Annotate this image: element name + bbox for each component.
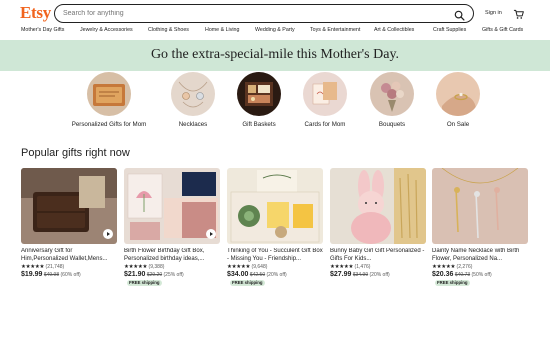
original-price: $29.20 [146, 272, 163, 278]
product-rating: ★★★★★ (9,648) [227, 264, 267, 270]
discount-label: (20% off) [369, 272, 390, 278]
product-image[interactable] [432, 168, 528, 244]
nav-item-mothers-day[interactable]: Mother's Day Gifts [21, 27, 64, 33]
discount-label: (60% off) [60, 272, 81, 278]
product-price: $19.99 [21, 271, 43, 278]
product-title[interactable]: Anniversary Gift for Him,Personalized Wa… [21, 248, 117, 263]
product-price: $20.36 [432, 271, 454, 278]
sign-in-link[interactable]: Sign in [485, 10, 502, 16]
rating-count: (21,748) [45, 264, 65, 270]
rating-count: (2,276) [456, 264, 473, 270]
nav-item-wedding[interactable]: Wedding & Party [255, 27, 295, 33]
bouquet-photo-icon[interactable] [370, 72, 414, 116]
product-price: $34.00 [227, 271, 249, 278]
star-rating-icon: ★★★★★ [227, 264, 251, 270]
card-photo-icon[interactable] [303, 72, 347, 116]
promo-banner: Go the extra-special-mile this Mother's … [0, 40, 550, 71]
search-icon[interactable] [454, 8, 465, 21]
nav-item-art[interactable]: Art & Collectibles [374, 27, 414, 33]
nav-item-craft[interactable]: Craft Supplies [433, 27, 466, 33]
cart-icon[interactable] [513, 7, 524, 19]
nav-item-jewelry[interactable]: Jewelry & Accessories [80, 27, 133, 33]
product-price: $27.99 [330, 271, 352, 278]
search-input[interactable] [63, 7, 443, 20]
discount-label: (50% off) [471, 272, 492, 278]
product-title[interactable]: Dainty Name Necklace with Birth Flower, … [432, 248, 528, 263]
product-image[interactable] [330, 168, 426, 244]
original-price: $34.99 [352, 272, 369, 278]
original-price: $42.50 [249, 272, 266, 278]
product-card[interactable]: Bunny Baby Girl Gift Personalized - Gift… [330, 168, 426, 288]
section-title: Popular gifts right now [21, 147, 130, 159]
necklace-photo-icon[interactable] [171, 72, 215, 116]
product-rating: ★★★★★ (2,276) [432, 264, 472, 270]
original-price: $40.73 [454, 272, 471, 278]
product-card[interactable]: Dainty Name Necklace with Birth Flower, … [432, 168, 528, 288]
wallet-photo-icon[interactable] [87, 72, 131, 116]
product-image[interactable] [21, 168, 117, 244]
product-title[interactable]: Birth Flower Birthday Gift Box, Personal… [124, 248, 220, 263]
search-bar[interactable] [54, 4, 474, 23]
ring-photo-icon[interactable] [436, 72, 480, 116]
product-price-row: $34.00 $42.50 (20% off) [227, 271, 287, 278]
category-nav: Mother's Day Gifts Jewelry & Accessories… [0, 27, 550, 39]
star-rating-icon: ★★★★★ [432, 264, 456, 270]
free-shipping-badge: FREE shipping [435, 280, 470, 286]
star-rating-icon: ★★★★★ [124, 264, 148, 270]
discount-label: (20% off) [266, 272, 287, 278]
product-card[interactable]: Anniversary Gift for Him,Personalized Wa… [21, 168, 117, 288]
video-play-icon[interactable] [206, 229, 216, 239]
star-rating-icon: ★★★★★ [21, 264, 45, 270]
nav-item-home[interactable]: Home & Living [205, 27, 239, 33]
nav-item-toys[interactable]: Toys & Entertainment [310, 27, 360, 33]
rating-count: (9,388) [148, 264, 165, 270]
product-image[interactable] [227, 168, 323, 244]
product-price-row: $27.99 $34.99 (20% off) [330, 271, 390, 278]
etsy-logo[interactable]: Etsy [20, 3, 51, 23]
banner-title: Go the extra-special-mile this Mother's … [150, 47, 400, 62]
product-title[interactable]: Thinking of You - Succulent Gift Box - M… [227, 248, 323, 263]
nav-item-clothing[interactable]: Clothing & Shoes [148, 27, 189, 33]
header: Etsy Sign in [0, 0, 550, 26]
product-rating: ★★★★★ (1,476) [330, 264, 370, 270]
star-rating-icon: ★★★★★ [330, 264, 354, 270]
product-price-row: $20.36 $40.73 (50% off) [432, 271, 492, 278]
product-title[interactable]: Bunny Baby Girl Gift Personalized - Gift… [330, 248, 426, 263]
product-price-row: $21.90 $29.20 (25% off) [124, 271, 184, 278]
category-label: On Sale [446, 121, 470, 128]
category-on-sale[interactable]: On Sale [413, 71, 503, 133]
nav-item-gifts[interactable]: Gifts & Gift Cards [482, 27, 523, 33]
free-shipping-badge: FREE shipping [127, 280, 162, 286]
video-play-icon[interactable] [103, 229, 113, 239]
product-price-row: $19.99 $49.98 (60% off) [21, 271, 81, 278]
discount-label: (25% off) [163, 272, 184, 278]
product-card[interactable]: Birth Flower Birthday Gift Box, Personal… [124, 168, 220, 288]
free-shipping-badge: FREE shipping [230, 280, 265, 286]
product-rating: ★★★★★ (21,748) [21, 264, 64, 270]
product-rating: ★★★★★ (9,388) [124, 264, 164, 270]
product-card[interactable]: Thinking of You - Succulent Gift Box - M… [227, 168, 323, 288]
gift-basket-photo-icon[interactable] [237, 72, 281, 116]
product-price: $21.90 [124, 271, 146, 278]
rating-count: (1,476) [354, 264, 371, 270]
original-price: $49.98 [43, 272, 60, 278]
rating-count: (9,648) [251, 264, 268, 270]
product-image[interactable] [124, 168, 220, 244]
